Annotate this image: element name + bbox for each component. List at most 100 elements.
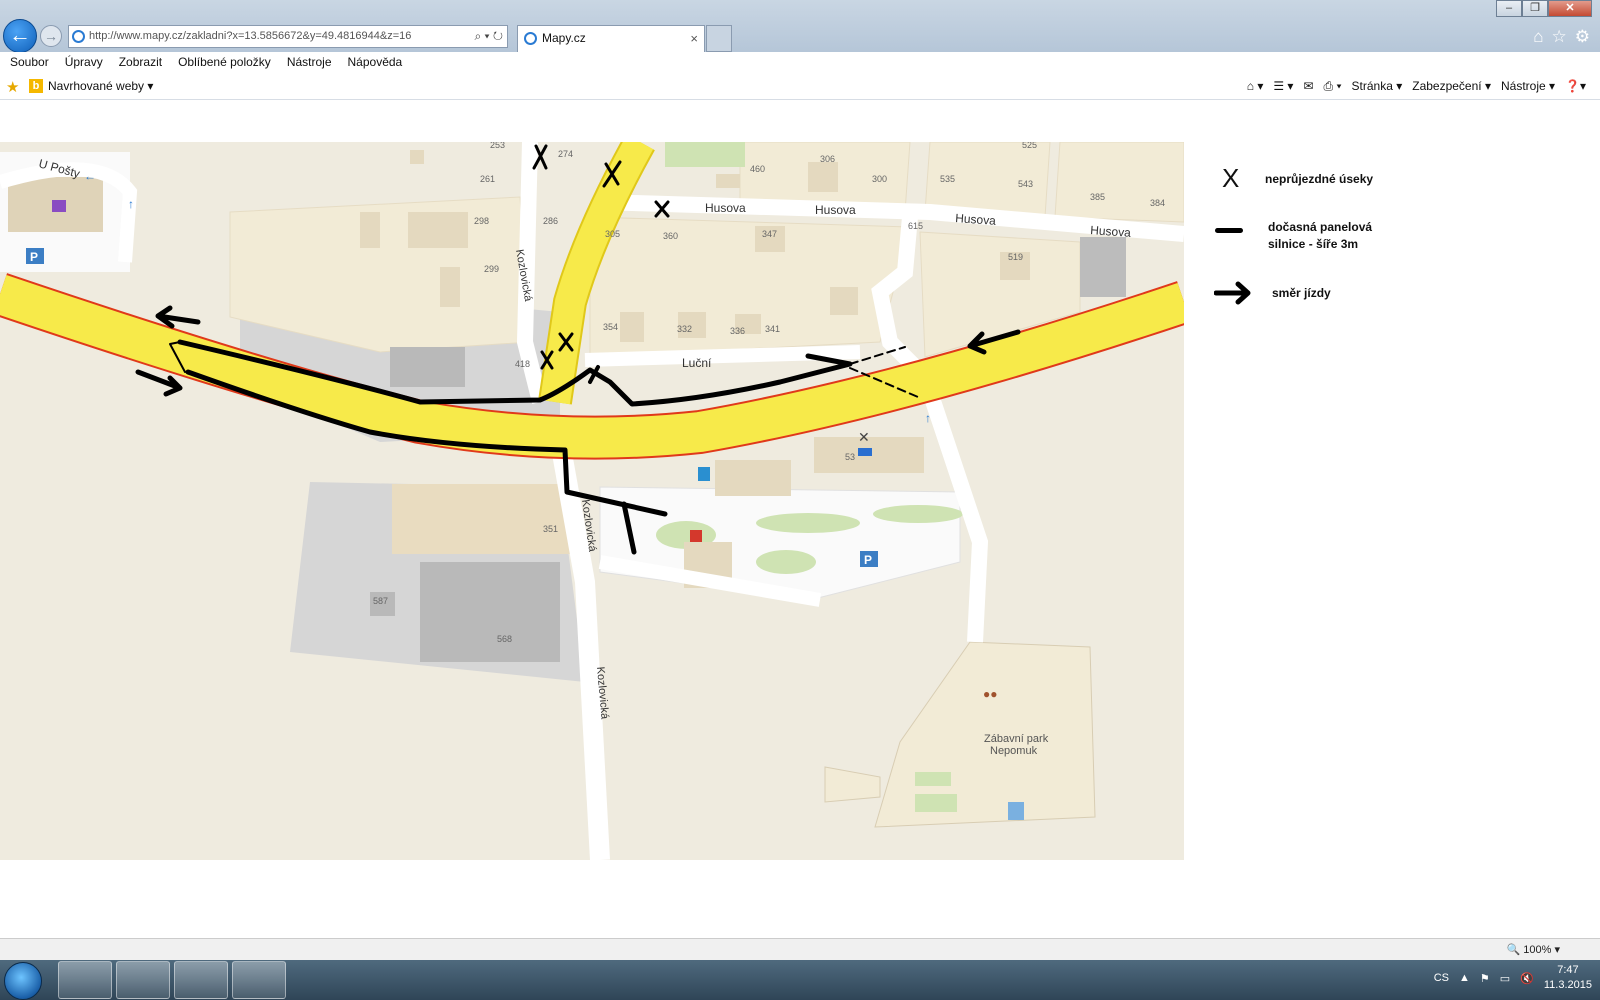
house-number: 332 xyxy=(677,324,692,334)
taskbar-explorer-icon[interactable] xyxy=(116,961,170,999)
print-icon[interactable]: ⎙ ▾ xyxy=(1324,79,1342,94)
park-green-1 xyxy=(915,772,951,786)
feeds-icon[interactable]: ☰ ▾ xyxy=(1273,79,1293,94)
building-351-block xyxy=(392,484,572,554)
house-number: 615 xyxy=(908,221,923,231)
map-image[interactable]: U Pošty Husova Husova Husova Husova Kozl… xyxy=(0,142,1184,860)
maximize-button[interactable]: ❐ xyxy=(1522,0,1548,17)
legend-temp-road-line2: silnice - šíře 3m xyxy=(1268,237,1359,251)
house-number: 306 xyxy=(820,154,835,164)
settings-gear-icon[interactable]: ⚙ xyxy=(1575,27,1590,47)
network-icon[interactable]: ▭ xyxy=(1500,972,1510,985)
favorites-star-icon[interactable]: ☆ xyxy=(1552,27,1567,47)
minimize-button[interactable]: – xyxy=(1496,0,1522,17)
oneway-arrow-icon: ↑ xyxy=(925,411,931,425)
clock-date: 11.3.2015 xyxy=(1543,979,1592,991)
cmd-tools[interactable]: Nástroje ▾ xyxy=(1501,79,1555,94)
house xyxy=(808,162,838,192)
menu-tools[interactable]: Nástroje xyxy=(287,52,332,74)
home-icon[interactable]: ⌂ xyxy=(1533,27,1543,47)
tab-favicon-icon xyxy=(524,32,537,45)
house-number: 351 xyxy=(543,524,558,534)
house-number: 360 xyxy=(663,231,678,241)
volume-muted-icon[interactable]: 🔇 xyxy=(1520,972,1534,985)
taskbar-media-player-icon[interactable] xyxy=(174,961,228,999)
street-label-husova: Husova xyxy=(955,211,997,228)
cmd-security[interactable]: Zabezpečení ▾ xyxy=(1412,79,1491,94)
clock[interactable]: 7:47 11.3.2015 xyxy=(1544,963,1592,993)
browser-titlebar: – ❐ ✕ ← → http://www.mapy.cz/zakladni?x=… xyxy=(0,0,1600,53)
building-568 xyxy=(420,562,560,662)
close-window-button[interactable]: ✕ xyxy=(1548,0,1592,17)
house-number: 53 xyxy=(845,452,855,462)
building-info xyxy=(715,460,791,496)
legend-closed-label: neprůjezdné úseky xyxy=(1265,172,1374,186)
park-name-line1: Zábavní park xyxy=(984,733,1049,745)
tray-expand-icon[interactable]: ▲ xyxy=(1459,972,1470,984)
tab-close-icon[interactable]: × xyxy=(690,26,698,51)
search-refresh-icons[interactable]: ⌕ ▾ ↻ xyxy=(474,26,503,47)
house-number: 347 xyxy=(762,229,777,239)
house-number: 460 xyxy=(750,164,765,174)
house xyxy=(360,212,380,248)
status-bar: 🔍 100% ▾ xyxy=(0,938,1600,960)
taskbar-outlook-icon[interactable] xyxy=(232,961,286,999)
house-number: 261 xyxy=(480,174,495,184)
park-name-line2: Nepomuk xyxy=(990,745,1038,757)
park-green-2 xyxy=(915,794,957,812)
window-controls: – ❐ ✕ xyxy=(1496,0,1592,17)
tab-mapy[interactable]: Mapy.cz × xyxy=(517,25,705,52)
map-legend: X neprůjezdné úseky dočasná panelová sil… xyxy=(1200,162,1580,382)
windows-taskbar: CS ▲ ⚑ ▭ 🔇 7:47 11.3.2015 xyxy=(0,960,1600,1000)
house xyxy=(440,267,460,307)
house-number: 519 xyxy=(1008,252,1023,262)
menu-favorites[interactable]: Oblíbené položky xyxy=(178,52,271,74)
favorites-bar: ★ b Navrhované weby ▾ ⌂ ▾ ☰ ▾ ✉ ⎙ ▾ Strá… xyxy=(0,74,1600,100)
house xyxy=(620,312,644,342)
restaurant-icon: ✕ xyxy=(858,429,870,445)
bing-icon: b xyxy=(29,79,43,93)
menu-view[interactable]: Zobrazit xyxy=(119,52,162,74)
house-number: 525 xyxy=(1022,142,1037,150)
house-number: 354 xyxy=(603,322,618,332)
start-button[interactable] xyxy=(4,962,42,1000)
house-number: 298 xyxy=(474,216,489,226)
language-indicator[interactable]: CS xyxy=(1434,972,1449,984)
site-icon xyxy=(72,30,85,43)
menu-file[interactable]: Soubor xyxy=(10,52,49,74)
new-tab-button[interactable] xyxy=(706,25,732,52)
zoom-level[interactable]: 🔍 100% ▾ xyxy=(1507,943,1560,956)
building-gray-east xyxy=(1080,237,1126,297)
parcel-ne2 xyxy=(1054,142,1184,223)
action-center-flag-icon[interactable]: ⚑ xyxy=(1480,972,1490,985)
house-number: 336 xyxy=(730,326,745,336)
street-label-husova: Husova xyxy=(1090,223,1132,240)
back-button[interactable]: ← xyxy=(3,19,37,53)
legend-direction-label: směr jízdy xyxy=(1272,286,1331,300)
suggested-sites-link[interactable]: Navrhované weby ▾ xyxy=(48,79,153,93)
favorites-add-icon[interactable]: ★ xyxy=(6,78,19,96)
bus-icon xyxy=(858,448,872,456)
mail-icon[interactable]: ✉ xyxy=(1303,79,1313,94)
system-tray: CS ▲ ⚑ ▭ 🔇 7:47 11.3.2015 xyxy=(1434,963,1592,993)
street-label-husova: Husova xyxy=(815,203,856,217)
house xyxy=(408,212,468,248)
house-number: 305 xyxy=(605,229,620,239)
tab-title: Mapy.cz xyxy=(542,31,586,45)
house-number: 418 xyxy=(515,359,530,369)
direction-legend-icon xyxy=(1214,281,1251,305)
cmd-page[interactable]: Stránka ▾ xyxy=(1352,79,1403,94)
menu-help[interactable]: Nápověda xyxy=(348,52,403,74)
footprints-icon: ●● xyxy=(983,687,998,701)
help-icon[interactable]: ❓▾ xyxy=(1565,79,1586,94)
street-label-husova: Husova xyxy=(705,201,746,215)
address-bar[interactable]: http://www.mapy.cz/zakladni?x=13.5856672… xyxy=(68,25,508,48)
menu-edit[interactable]: Úpravy xyxy=(65,52,103,74)
forward-button[interactable]: → xyxy=(40,25,62,47)
house xyxy=(830,287,858,315)
oneway-arrow-icon: ← xyxy=(84,169,96,183)
taskbar-ie-icon[interactable] xyxy=(58,961,112,999)
house-number: 253 xyxy=(490,142,505,150)
green-island-1 xyxy=(756,513,860,533)
home-cmd-icon[interactable]: ⌂ ▾ xyxy=(1247,79,1264,94)
